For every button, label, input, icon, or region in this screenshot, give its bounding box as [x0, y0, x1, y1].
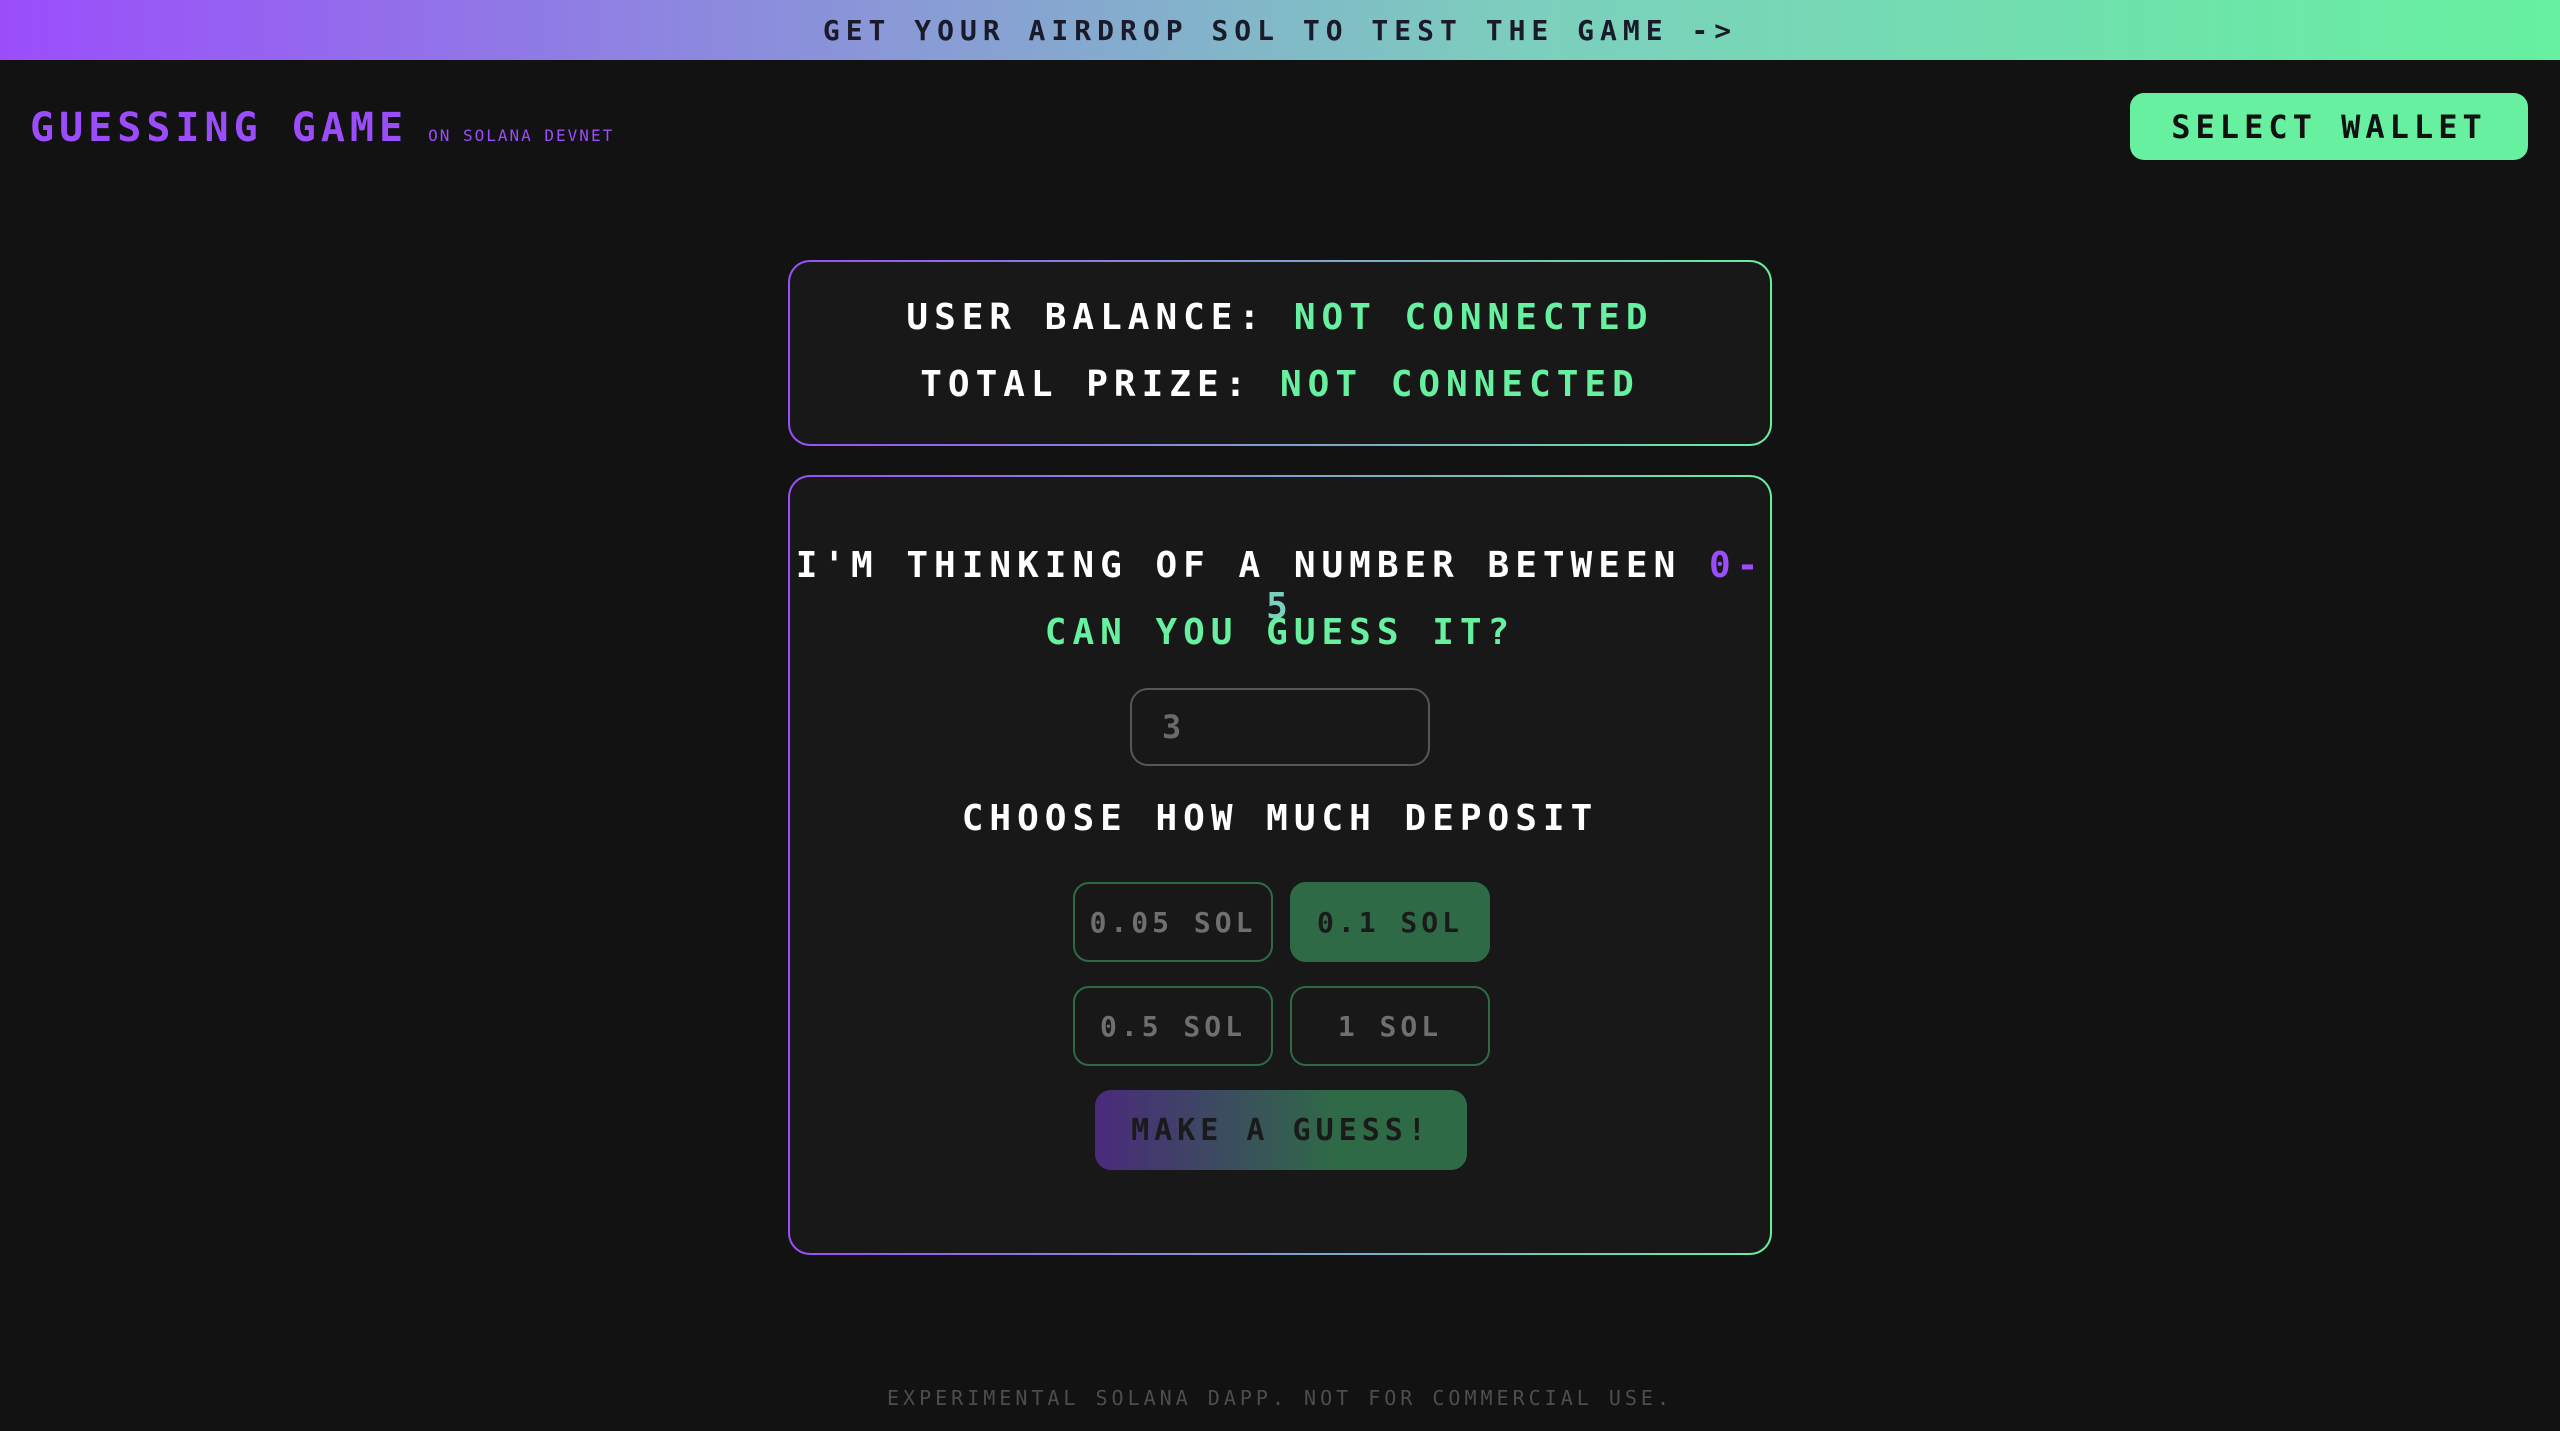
user-balance-row: USER BALANCE: NOT CONNECTED [790, 297, 1770, 338]
total-prize-label: TOTAL PRIZE: [920, 364, 1253, 405]
app-title: GUESSING GAME [30, 105, 409, 151]
airdrop-banner[interactable]: GET YOUR AIRDROP SOL TO TEST THE GAME -> [0, 0, 2560, 60]
question-label: I'M THINKING OF A NUMBER BETWEEN [795, 545, 1682, 586]
deposit-option-0-1[interactable]: 0.1 SOL [1290, 882, 1490, 962]
deposit-option-0-05[interactable]: 0.05 SOL [1073, 882, 1273, 962]
balance-card-inner: USER BALANCE: NOT CONNECTED TOTAL PRIZE:… [790, 262, 1770, 444]
can-you-guess-text: CAN YOU GUESS IT? [1044, 612, 1516, 653]
app-subtitle: ON SOLANA DEVNET [428, 126, 615, 145]
header: GUESSING GAME ON SOLANA DEVNET SELECT WA… [0, 60, 2560, 190]
make-a-guess-button[interactable]: MAKE A GUESS! [1095, 1090, 1467, 1170]
game-card-inner: I'M THINKING OF A NUMBER BETWEEN 0-5 CAN… [790, 477, 1770, 1253]
deposit-label: CHOOSE HOW MUCH DEPOSIT [961, 798, 1599, 839]
user-balance-value: NOT CONNECTED [1293, 297, 1654, 338]
balance-card: USER BALANCE: NOT CONNECTED TOTAL PRIZE:… [788, 260, 1772, 446]
total-prize-value: NOT CONNECTED [1280, 364, 1640, 405]
deposit-option-1[interactable]: 1 SOL [1290, 986, 1490, 1066]
total-prize-row: TOTAL PRIZE: NOT CONNECTED [790, 364, 1770, 405]
user-balance-label: USER BALANCE: [906, 297, 1267, 338]
airdrop-banner-text[interactable]: GET YOUR AIRDROP SOL TO TEST THE GAME -> [823, 14, 1737, 47]
logo: GUESSING GAME ON SOLANA DEVNET [30, 105, 614, 151]
range-start: 0- [1708, 545, 1765, 586]
select-wallet-button[interactable]: SELECT WALLET [2130, 93, 2528, 160]
guess-number-input[interactable] [1130, 688, 1430, 766]
deposit-option-0-5[interactable]: 0.5 SOL [1073, 986, 1273, 1066]
game-card: I'M THINKING OF A NUMBER BETWEEN 0-5 CAN… [788, 475, 1772, 1255]
footer-disclaimer: EXPERIMENTAL SOLANA DAPP. NOT FOR COMMER… [886, 1386, 1673, 1410]
